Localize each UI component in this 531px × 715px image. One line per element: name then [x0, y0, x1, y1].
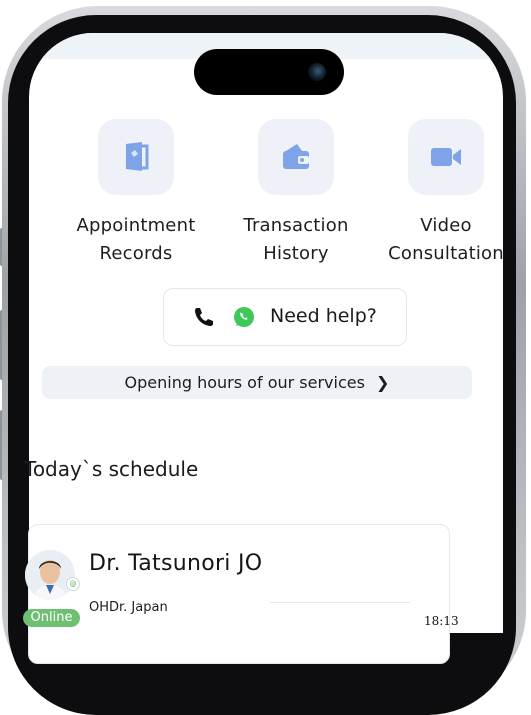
label-line: Records	[99, 243, 173, 264]
video-consultation-label: Video Consultation	[380, 212, 512, 268]
status-badge: Online	[23, 609, 80, 627]
label-line: History	[263, 243, 329, 264]
doctor-photo	[25, 550, 75, 600]
dynamic-island	[194, 49, 344, 95]
online-indicator-icon: @	[66, 577, 80, 591]
section-title: Today`s schedule	[24, 457, 199, 481]
doctor-organization: OHDr. Japan	[89, 600, 168, 615]
status-time: 18:13	[424, 614, 459, 628]
doctor-schedule-card[interactable]	[28, 524, 450, 664]
need-help-label: Need help?	[270, 305, 377, 327]
wallet-icon	[283, 144, 309, 169]
transaction-history-button[interactable]	[258, 119, 334, 195]
appointment-records-button[interactable]	[98, 119, 174, 195]
chevron-right-icon: ❯	[376, 373, 390, 392]
phone-icon	[195, 308, 213, 326]
need-help-button[interactable]: Need help?	[163, 288, 407, 346]
appointment-records-label: Appointment Records	[68, 212, 204, 268]
camera-icon	[308, 63, 326, 81]
opening-hours-row: Opening hours of our services ❯	[42, 373, 472, 392]
avatar	[25, 550, 75, 600]
whatsapp-icon	[234, 307, 254, 327]
transaction-history-label: Transaction History	[230, 212, 362, 268]
label-line: Appointment	[76, 215, 196, 236]
opening-hours-label: Opening hours of our services	[124, 373, 365, 392]
opening-hours-link[interactable]: Opening hours of our services ❯	[42, 366, 472, 399]
label-line: Consultation	[388, 243, 504, 264]
label-line: Transaction	[243, 215, 349, 236]
doctor-name: Dr. Tatsunori JO	[89, 551, 263, 576]
video-consultation-button[interactable]	[408, 119, 484, 195]
video-camera-icon	[431, 148, 461, 166]
label-line: Video	[420, 215, 472, 236]
divider	[270, 602, 410, 603]
appointment-records-icon	[126, 142, 149, 171]
